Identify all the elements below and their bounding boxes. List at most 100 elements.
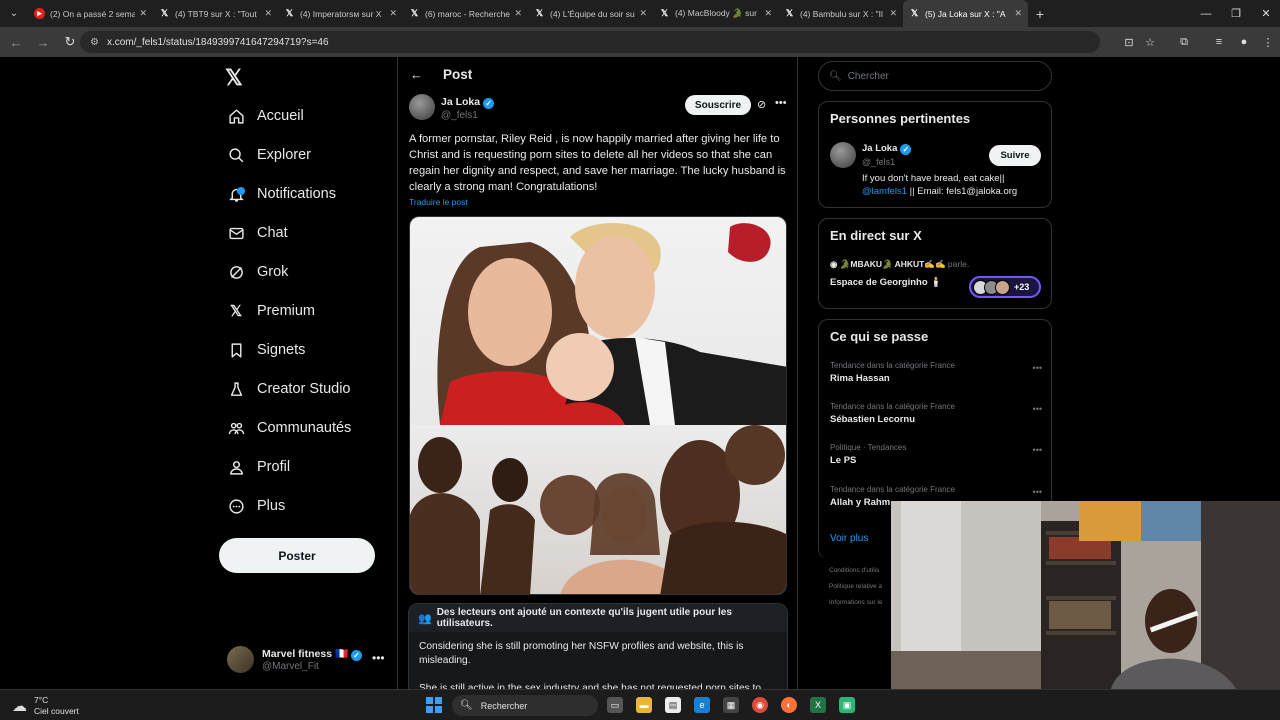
close-icon[interactable]: ✕ <box>264 8 272 19</box>
new-tab-icon[interactable]: + <box>1028 6 1052 22</box>
taskbar-search[interactable]: 🔍︎ Rechercher <box>452 695 598 716</box>
grok-icon[interactable]: ⊘ <box>757 98 766 111</box>
browser-tab[interactable]: 𝕏 (4) Imperatorsм sur X ✕ <box>278 0 403 27</box>
windows-start-icon[interactable] <box>426 697 442 713</box>
bookmark-star-icon[interactable]: ☆ <box>1142 34 1158 50</box>
reload-icon[interactable]: ↻ <box>58 30 82 54</box>
close-icon[interactable]: ✕ <box>514 8 522 19</box>
notepad-icon[interactable]: ▤ <box>665 697 681 713</box>
author-avatar[interactable] <box>409 94 435 120</box>
close-icon[interactable]: ✕ <box>889 8 897 19</box>
more-dots-icon[interactable]: ••• <box>775 97 787 109</box>
menu-dots-icon[interactable]: ⋮ <box>1260 34 1276 50</box>
back-arrow-icon[interactable]: ← <box>4 30 28 54</box>
weather-description[interactable]: Ciel couvert <box>34 706 79 716</box>
nav-label: Accueil <box>257 108 304 124</box>
nav-label: Notifications <box>257 186 336 202</box>
close-icon[interactable]: ✕ <box>764 8 772 19</box>
nav-item-communities[interactable]: Communautés <box>227 414 351 442</box>
weather-temperature[interactable]: 7°C <box>34 695 48 705</box>
nav-label: Grok <box>257 264 289 280</box>
forward-arrow-icon[interactable]: → <box>31 30 55 54</box>
bio-mention-link[interactable]: @lamfels1 <box>862 186 907 197</box>
back-arrow-icon[interactable]: ← <box>410 67 423 82</box>
more-dots-icon[interactable]: ••• <box>1033 404 1042 414</box>
verified-badge-icon: ✓ <box>351 650 363 661</box>
chrome-icon[interactable]: ◉ <box>752 697 768 713</box>
maximize-icon[interactable]: ❐ <box>1220 0 1252 27</box>
browser-tab[interactable]: 𝕏 (4) Bambulu sur X : "Il ✕ <box>778 0 903 27</box>
live-hosts-text: 🐊MBAKU🐊 AHKUT✍️✍️ <box>839 259 946 269</box>
browser-tab[interactable]: 𝕏 (6) maroc - Recherche ✕ <box>403 0 528 27</box>
extensions-icon[interactable]: ⧉ <box>1176 34 1192 50</box>
tab-search-chevron-icon[interactable]: ⌄ <box>0 0 28 27</box>
account-name: Marvel fitness 🇫🇷 ✓ <box>262 647 363 661</box>
relevant-handle[interactable]: @_fels1 <box>862 157 895 167</box>
close-icon[interactable]: ✕ <box>639 8 647 19</box>
trend-item[interactable]: Tendance dans la catégorie France Rima Ha… <box>830 361 1042 391</box>
nav-item-notifications[interactable]: Notifications <box>227 180 336 208</box>
browser-tab[interactable]: 𝕏 (4) MacBloody 🐊 sur ✕ <box>653 0 778 27</box>
search-input[interactable]: 🔍︎ Chercher <box>818 61 1052 91</box>
nav-item-more[interactable]: Plus <box>227 492 285 520</box>
nav-item-grok[interactable]: Grok <box>227 258 288 286</box>
x-icon: 𝕏 <box>910 8 919 18</box>
close-icon[interactable]: ✕ <box>1014 8 1022 19</box>
store-icon[interactable]: ▦ <box>723 697 739 713</box>
app-icon[interactable]: ▣ <box>839 697 855 713</box>
show-more-link[interactable]: Voir plus <box>830 533 868 544</box>
footer-link[interactable]: Politique relative à <box>829 583 882 590</box>
grok-icon <box>227 263 245 281</box>
nav-item-explore[interactable]: Explorer <box>227 141 311 169</box>
post-image[interactable] <box>409 216 787 595</box>
reading-list-icon[interactable]: ≡ <box>1211 34 1227 50</box>
browser-tab-active[interactable]: 𝕏 (5) Ja Loka sur X : "A ✕ <box>903 0 1028 27</box>
more-dots-icon[interactable]: ••• <box>372 651 385 665</box>
live-space-name[interactable]: Espace de Georginho 🕯️ <box>830 277 942 288</box>
nav-item-home[interactable]: Accueil <box>227 102 304 130</box>
avatar[interactable] <box>830 142 856 168</box>
url-field[interactable]: ⚙ x.com/_fels1/status/1849399741647294719… <box>80 31 1100 53</box>
minimize-icon[interactable]: — <box>1190 0 1222 27</box>
nav-item-creator-studio[interactable]: Creator Studio <box>227 375 351 403</box>
x-logo-icon[interactable]: 𝕏 <box>225 65 243 91</box>
install-app-icon[interactable]: ⊡ <box>1121 34 1137 50</box>
trend-item[interactable]: Politique · Tendances Le PS ••• <box>830 443 1042 473</box>
site-info-icon[interactable]: ⚙ <box>90 37 99 48</box>
nav-label: Creator Studio <box>257 381 351 397</box>
file-explorer-icon[interactable]: ▬ <box>636 697 652 713</box>
browser-tab[interactable]: 𝕏 (4) TBT9 sur X : "Tout ✕ <box>153 0 278 27</box>
nav-item-chat[interactable]: Chat <box>227 219 288 247</box>
firefox-icon[interactable]: ◐ <box>781 697 797 713</box>
subscribe-button[interactable]: Souscrire <box>685 95 751 115</box>
footer-link[interactable]: Informations sur le <box>829 599 882 606</box>
relevant-name[interactable]: Ja Loka ✓ <box>862 143 912 155</box>
task-view-icon[interactable]: ▭ <box>607 697 623 713</box>
more-dots-icon[interactable]: ••• <box>1033 363 1042 373</box>
author-name[interactable]: Ja Loka ✓ <box>441 96 495 109</box>
more-dots-icon[interactable]: ••• <box>1033 445 1042 455</box>
post-button[interactable]: Poster <box>219 538 375 573</box>
nav-item-profile[interactable]: Profil <box>227 453 290 481</box>
close-icon[interactable]: ✕ <box>389 8 397 19</box>
follow-button[interactable]: Suivre <box>989 145 1041 166</box>
nav-item-bookmarks[interactable]: Signets <box>227 336 305 364</box>
browser-tab[interactable]: 𝕏 (4) L'Équipe du soir sur ✕ <box>528 0 653 27</box>
account-switcher[interactable]: Marvel fitness 🇫🇷 ✓ @Marvel_Fit ••• <box>227 645 387 677</box>
trend-item[interactable]: Tendance dans la catégorie France Sébasti… <box>830 402 1042 432</box>
author-handle[interactable]: @_fels1 <box>441 110 478 121</box>
translate-link[interactable]: Traduire le post <box>409 197 468 207</box>
more-dots-icon[interactable]: ••• <box>1033 487 1042 497</box>
edge-icon[interactable]: e <box>694 697 710 713</box>
nav-item-premium[interactable]: 𝕏 Premium <box>227 297 315 325</box>
live-listeners-pill[interactable]: +23 <box>969 276 1041 298</box>
profile-icon[interactable]: ● <box>1236 34 1252 50</box>
footer-link[interactable]: Conditions d'utilis <box>829 567 879 574</box>
bell-icon <box>227 185 245 203</box>
close-window-icon[interactable]: ✕ <box>1250 0 1280 27</box>
search-icon <box>227 146 245 164</box>
browser-tab[interactable]: ▸ (2) On a passé 2 semaines✕ <box>28 0 153 27</box>
close-icon[interactable]: ✕ <box>139 8 147 19</box>
excel-icon[interactable]: X <box>810 697 826 713</box>
weather-cloud-icon[interactable]: ☁ <box>12 697 27 715</box>
